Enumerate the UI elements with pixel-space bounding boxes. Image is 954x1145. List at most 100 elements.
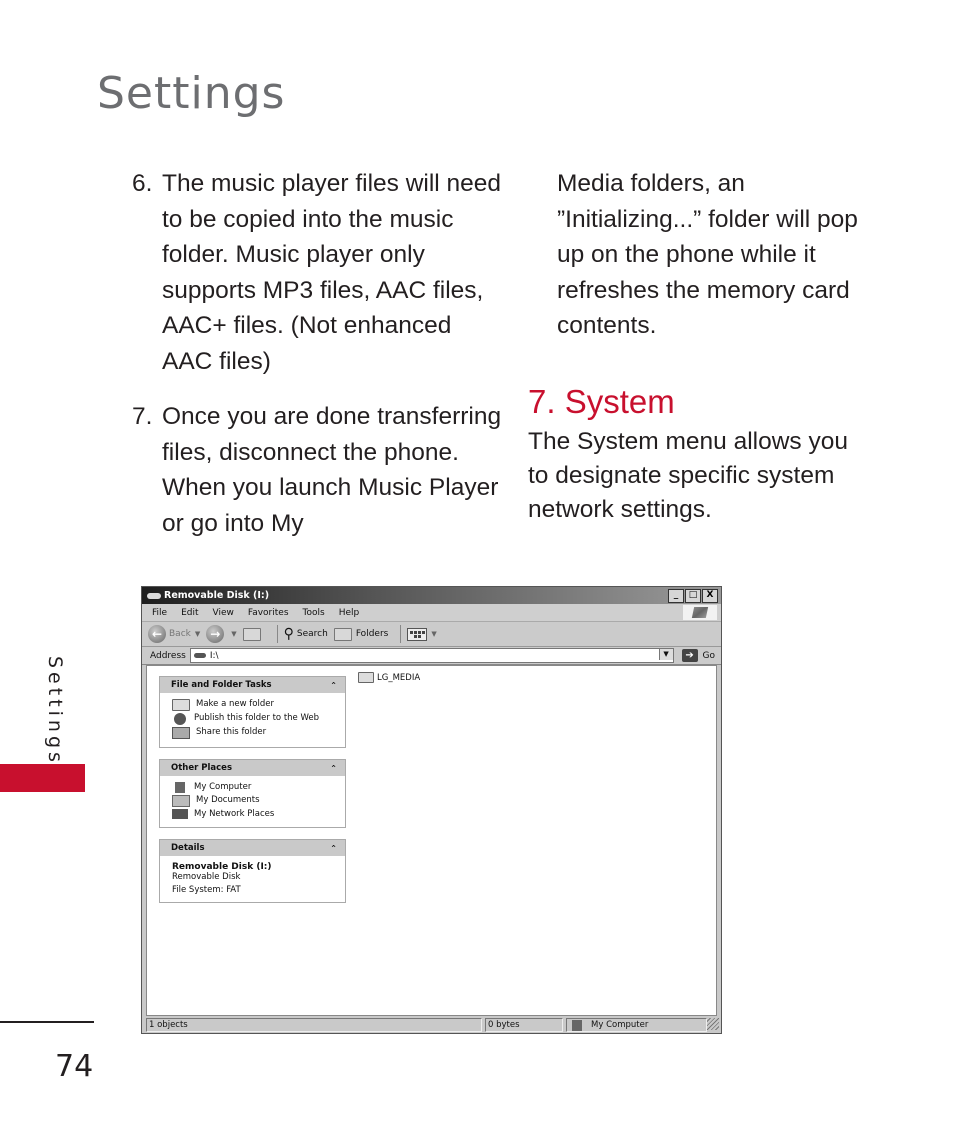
- menu-tools[interactable]: Tools: [303, 608, 325, 618]
- item-number: 6.: [132, 170, 153, 197]
- back-button[interactable]: ← Back ▼: [148, 625, 200, 643]
- status-location: My Computer: [566, 1018, 707, 1032]
- menu-favorites[interactable]: Favorites: [248, 608, 289, 618]
- menu-bar: File Edit View Favorites Tools Help: [142, 604, 721, 622]
- computer-icon: [175, 782, 185, 793]
- section-body: The System menu allows you to designate …: [528, 428, 848, 523]
- folders-icon: [333, 627, 352, 641]
- panel-body: Make a new folder Publish this folder to…: [160, 693, 345, 747]
- address-dropdown-icon[interactable]: ▼: [658, 649, 673, 660]
- page-number: 74: [55, 1049, 94, 1084]
- toolbar-divider: [276, 625, 278, 643]
- panel-details: Details ⌃ Removable Disk (I:) Removable …: [159, 839, 346, 903]
- task-publish-to-web[interactable]: Publish this folder to the Web: [172, 713, 337, 725]
- panel-title: File and Folder Tasks: [171, 680, 272, 690]
- place-my-network-places[interactable]: My Network Places: [172, 809, 337, 819]
- item-text: The music player files will need to be c…: [162, 170, 502, 375]
- address-value: I:\: [209, 650, 219, 661]
- place-my-documents[interactable]: My Documents: [172, 795, 337, 807]
- address-input[interactable]: I:\ ▼: [189, 648, 674, 663]
- folder-icon: [358, 672, 374, 683]
- menu-file[interactable]: File: [152, 608, 167, 618]
- views-button[interactable]: ▼: [407, 627, 437, 641]
- status-bar: 1 objects 0 bytes My Computer: [146, 1018, 719, 1032]
- back-arrow-icon: ←: [148, 625, 166, 643]
- documents-icon: [172, 795, 190, 807]
- windows-flag-icon: [691, 607, 709, 618]
- collapse-chevron-icon[interactable]: ⌃: [330, 764, 337, 773]
- panel-body: Removable Disk (I:) Removable Disk File …: [160, 856, 345, 902]
- computer-icon: [572, 1019, 582, 1031]
- content-area: File and Folder Tasks ⌃ Make a new folde…: [146, 665, 717, 1016]
- task-pane: File and Folder Tasks ⌃ Make a new folde…: [159, 676, 346, 914]
- views-grid-icon: [407, 627, 428, 641]
- search-icon: ⚲: [283, 626, 294, 642]
- place-label: My Computer: [194, 782, 252, 792]
- window-controls: _ □ X: [668, 589, 718, 603]
- chevron-down-icon[interactable]: ▼: [431, 630, 436, 638]
- panel-header[interactable]: Other Places ⌃: [160, 760, 345, 776]
- search-label: Search: [296, 629, 328, 639]
- new-folder-icon: [172, 699, 190, 711]
- forward-button[interactable]: → ▼: [206, 625, 237, 643]
- file-item-lg-media[interactable]: LG_MEDIA: [358, 672, 420, 683]
- item-text: Once you are done transferring files, di…: [162, 403, 502, 537]
- back-label: Back: [169, 629, 191, 639]
- collapse-chevron-icon[interactable]: ⌃: [330, 844, 337, 853]
- folders-label: Folders: [355, 629, 389, 639]
- detail-file-system: File System: FAT: [172, 885, 241, 895]
- collapse-chevron-icon[interactable]: ⌃: [330, 681, 337, 690]
- panel-other-places: Other Places ⌃ My Computer My Documents …: [159, 759, 346, 828]
- up-folder-icon: [242, 627, 261, 641]
- resize-grip[interactable]: [707, 1018, 719, 1030]
- section-heading: 7. System: [528, 382, 675, 420]
- chevron-down-icon[interactable]: ▼: [195, 630, 200, 638]
- go-arrow-icon: ➔: [681, 649, 698, 662]
- close-button[interactable]: X: [702, 589, 718, 603]
- search-button[interactable]: ⚲ Search: [284, 626, 328, 642]
- address-bar: Address I:\ ▼ ➔ Go: [142, 647, 721, 665]
- footer-divider: [0, 1021, 94, 1023]
- side-tab-label: Settings: [44, 656, 66, 766]
- forward-arrow-icon: →: [206, 625, 225, 643]
- right-column: Media folders, an ”Initializing...” fold…: [528, 166, 873, 527]
- task-make-new-folder[interactable]: Make a new folder: [172, 699, 337, 711]
- panel-header[interactable]: Details ⌃: [160, 840, 345, 856]
- up-folder-button[interactable]: [242, 627, 265, 641]
- side-tab-marker: [0, 764, 85, 792]
- list-item-6: 6. The music player files will need to b…: [132, 166, 502, 379]
- removable-disk-icon: [193, 653, 206, 658]
- place-my-computer[interactable]: My Computer: [172, 782, 337, 793]
- window-title: Removable Disk (I:): [164, 590, 270, 601]
- place-label: My Network Places: [194, 809, 275, 819]
- status-location-label: My Computer: [591, 1020, 649, 1030]
- menu-edit[interactable]: Edit: [181, 608, 198, 618]
- list-item-7: 7. Once you are done transferring files,…: [132, 399, 502, 541]
- task-label: Share this folder: [196, 727, 267, 737]
- menu-view[interactable]: View: [213, 608, 234, 618]
- share-folder-icon: [172, 727, 190, 739]
- panel-title: Details: [171, 843, 205, 853]
- address-label: Address: [150, 650, 186, 661]
- chevron-down-icon[interactable]: ▼: [231, 630, 236, 638]
- task-share-folder[interactable]: Share this folder: [172, 727, 337, 739]
- folders-button[interactable]: Folders: [333, 627, 389, 641]
- item-continuation: Media folders, an ”Initializing...” fold…: [557, 170, 858, 339]
- minimize-button[interactable]: _: [668, 589, 684, 603]
- explorer-window: Removable Disk (I:) _ □ X File Edit View…: [141, 586, 722, 1034]
- item-number: 7.: [132, 403, 153, 430]
- task-label: Publish this folder to the Web: [194, 713, 320, 723]
- panel-body: My Computer My Documents My Network Plac…: [160, 776, 345, 827]
- toolbar-divider: [400, 625, 402, 643]
- place-label: My Documents: [196, 795, 260, 805]
- network-icon: [172, 809, 188, 819]
- file-name: LG_MEDIA: [377, 672, 421, 683]
- panel-header[interactable]: File and Folder Tasks ⌃: [160, 677, 345, 693]
- go-button[interactable]: ➔ Go: [681, 649, 715, 662]
- left-column: 6. The music player files will need to b…: [132, 166, 502, 541]
- title-bar[interactable]: Removable Disk (I:) _ □ X: [142, 587, 721, 604]
- status-objects: 1 objects: [146, 1018, 482, 1032]
- detail-type: Removable Disk: [172, 872, 241, 882]
- maximize-button[interactable]: □: [685, 589, 701, 603]
- menu-help[interactable]: Help: [339, 608, 360, 618]
